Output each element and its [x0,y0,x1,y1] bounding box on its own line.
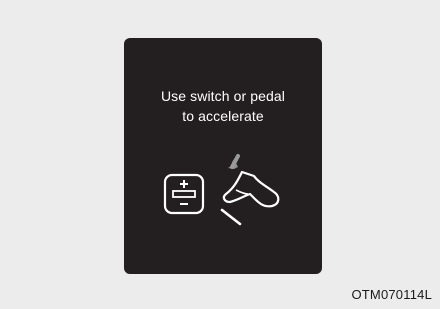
cluster-display: Use switch or pedal to accelerate [124,38,322,274]
figure-code: OTM070114L [351,287,432,302]
display-message: Use switch or pedal to accelerate [124,86,322,126]
message-line-2: to accelerate [182,108,264,124]
accelerator-pedal-icon [220,154,280,226]
accel-switch-icon [163,173,205,215]
message-line-1: Use switch or pedal [160,88,286,104]
